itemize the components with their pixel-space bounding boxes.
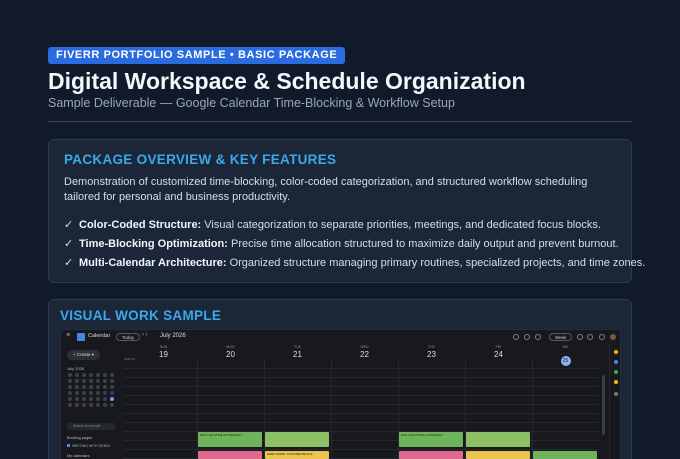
menu-icon: ≡: [66, 332, 71, 339]
calendar-event: [399, 451, 463, 459]
hour-line: [123, 386, 598, 387]
calendar-view-icon: [577, 334, 583, 340]
feature-text: Precise time allocation structured to ma…: [227, 238, 619, 250]
avatar: [610, 334, 616, 340]
calendar-event: [198, 451, 262, 459]
mini-calendar-title: July 2026: [67, 366, 85, 371]
feature-list: ✓ Color-Coded Structure: Visual categoriz…: [64, 216, 645, 273]
hour-line: [123, 413, 598, 414]
tasks-view-icon: [587, 334, 593, 340]
day-header: FRI 24: [494, 345, 503, 359]
page-title: Digital Workspace & Schedule Organizatio…: [48, 68, 526, 94]
booking-page-item: MEETING WITH DENNI: [67, 444, 110, 448]
portfolio-badge: FIVERR PORTFOLIO SAMPLE • BASIC PACKAGE: [48, 47, 346, 64]
calendar-screenshot: ≡ Calendar Today ‹ › July 2026 Week + Cr…: [60, 329, 621, 459]
calendar-sidebar: + Create ▾ July 2026 Search for people B…: [61, 344, 122, 459]
calendar-app-name: Calendar: [88, 333, 111, 339]
create-label: Create: [76, 352, 91, 357]
keep-icon: [614, 350, 618, 354]
calendar-event: [265, 432, 329, 447]
day-column-line: [331, 360, 332, 459]
feature-item: ✓ Color-Coded Structure: Visual categoriz…: [64, 216, 629, 235]
tasks-icon: [614, 360, 618, 364]
search-icon: [513, 334, 519, 340]
week-nav-arrows: ‹ ›: [142, 332, 148, 338]
my-calendars-label: My calendars: [67, 454, 90, 458]
check-icon: ✓: [64, 238, 74, 250]
calendar-event: [466, 432, 530, 447]
booking-pages-label: Booking pages: [67, 436, 93, 440]
check-icon: ✓: [64, 219, 74, 231]
feature-item: ✓ Time-Blocking Optimization: Precise tim…: [64, 235, 629, 254]
calendar-event: DEEP WORK: FOCUSED BLOCK: [265, 451, 329, 459]
maps-icon: [614, 380, 618, 384]
day-header: TUE 21: [293, 345, 302, 359]
view-select: Week: [549, 333, 573, 341]
add-icon: [614, 392, 618, 396]
calendar-event: [533, 451, 597, 459]
hour-line: [123, 404, 598, 405]
day-header: MON 20: [226, 345, 235, 359]
feature-title: Color-Coded Structure:: [79, 219, 202, 231]
hour-line: [123, 422, 598, 423]
calendar-toolbar: ≡ Calendar Today ‹ › July 2026 Week: [61, 330, 620, 344]
calendar-month-label: July 2026: [160, 333, 186, 339]
side-panel-rail: [609, 344, 620, 459]
calendar-event: DAILY ROUTINE & STRATEGY: [198, 432, 262, 447]
hour-line: [123, 449, 598, 450]
calendar-event: [466, 451, 530, 459]
help-icon: [524, 334, 530, 340]
feature-item: ✓ Multi-Calendar Architecture: Organized …: [64, 254, 645, 273]
day-column-line: [532, 360, 533, 459]
sample-card: VISUAL WORK SAMPLE ≡ Calendar Today ‹ › …: [48, 299, 632, 459]
day-header: SUN 19: [159, 345, 168, 359]
hour-line: [123, 368, 598, 369]
feature-text: Visual categorization to separate priori…: [201, 219, 601, 231]
sample-heading: VISUAL WORK SAMPLE: [60, 308, 222, 323]
feature-title: Multi-Calendar Architecture:: [79, 257, 227, 269]
day-header-today: SAT 25: [560, 345, 571, 366]
page-subtitle: Sample Deliverable — Google Calendar Tim…: [48, 96, 455, 110]
calendar-logo-icon: [77, 333, 85, 341]
overview-description: Demonstration of customized time-blockin…: [64, 176, 588, 203]
settings-icon: [535, 334, 541, 340]
overview-card: PACKAGE OVERVIEW & KEY FEATURES Demonstr…: [48, 139, 645, 283]
mini-calendar-grid: [67, 373, 115, 407]
calendar-event: DAILY ROUTINE & STRATEGY: [399, 432, 463, 447]
check-icon: ✓: [64, 257, 74, 269]
hour-line: [123, 377, 598, 378]
apps-icon: [599, 334, 605, 340]
create-button: + Create ▾: [67, 350, 100, 360]
contacts-icon: [614, 370, 618, 374]
search-people-input: Search for people: [67, 423, 115, 430]
day-header: WED 22: [360, 345, 369, 359]
feature-title: Time-Blocking Optimization:: [79, 238, 228, 250]
day-header: THU 23: [427, 345, 436, 359]
header-divider: [48, 121, 632, 122]
today-button: Today: [116, 333, 141, 341]
feature-text: Organized structure managing primary rou…: [226, 257, 646, 269]
hour-line: [123, 395, 598, 396]
calendar-scrollbar: [602, 375, 605, 435]
overview-heading: PACKAGE OVERVIEW & KEY FEATURES: [64, 152, 337, 167]
